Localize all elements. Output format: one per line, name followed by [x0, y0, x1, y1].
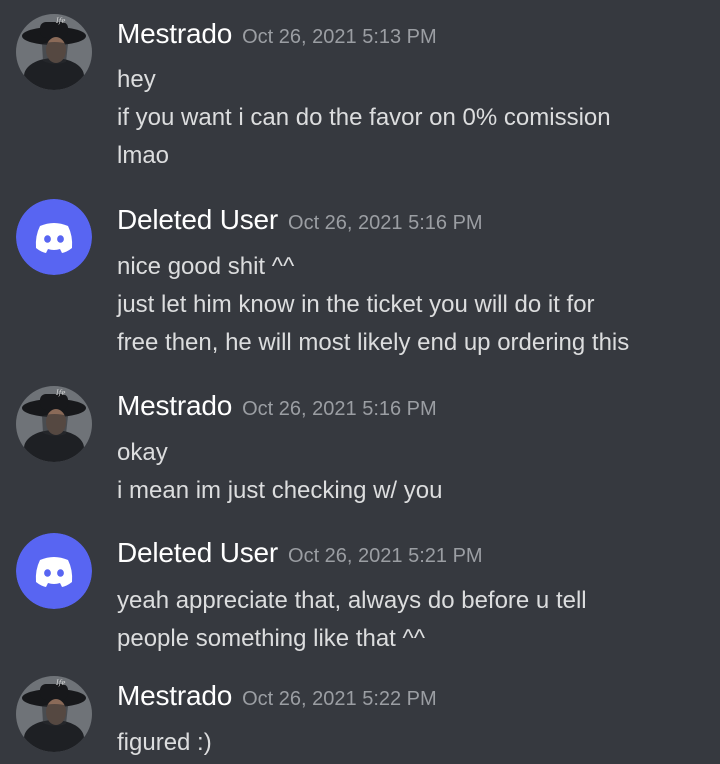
author-name[interactable]: Deleted User — [117, 204, 278, 235]
avatar[interactable] — [16, 199, 92, 275]
svg-text:Ife: Ife — [55, 17, 66, 25]
message-line: free then, he will most likely end up or… — [117, 329, 630, 356]
message-line: nice good shit ^^ — [117, 253, 295, 280]
author-name[interactable]: Mestrado — [117, 390, 232, 421]
author-name[interactable]: Deleted User — [117, 537, 278, 568]
avatar[interactable]: Ife — [16, 386, 92, 462]
message-timestamp: Oct 26, 2021 5:22 PM — [242, 688, 437, 710]
message-timestamp: Oct 26, 2021 5:21 PM — [288, 545, 483, 567]
message-line: figured :) — [117, 729, 212, 756]
discord-logo-icon — [16, 199, 92, 275]
message-timestamp: Oct 26, 2021 5:16 PM — [242, 398, 437, 420]
message-line: lmao — [117, 142, 170, 169]
user-photo-avatar: Ife — [16, 676, 92, 752]
message-line: yeah appreciate that, always do before u… — [117, 587, 587, 614]
user-photo-avatar: Ife — [16, 386, 92, 462]
message-timestamp: Oct 26, 2021 5:13 PM — [242, 26, 437, 48]
avatar[interactable] — [16, 533, 92, 609]
message-line: hey — [117, 66, 156, 93]
user-photo-avatar: Ife — [16, 14, 92, 90]
author-name[interactable]: Mestrado — [117, 18, 232, 49]
message-timestamp: Oct 26, 2021 5:16 PM — [288, 212, 483, 234]
avatar[interactable]: Ife — [16, 14, 92, 90]
message-line: okay — [117, 439, 168, 466]
message-line: just let him know in the ticket you will… — [117, 291, 595, 318]
avatar[interactable]: Ife — [16, 676, 92, 752]
message-line: people something like that ^^ — [117, 625, 426, 652]
message-line: i mean im just checking w/ you — [117, 477, 443, 504]
discord-logo-icon — [16, 533, 92, 609]
svg-text:Ife: Ife — [55, 679, 66, 687]
message-line: if you want i can do the favor on 0% com… — [117, 104, 611, 131]
author-name[interactable]: Mestrado — [117, 680, 232, 711]
svg-text:Ife: Ife — [55, 389, 66, 397]
